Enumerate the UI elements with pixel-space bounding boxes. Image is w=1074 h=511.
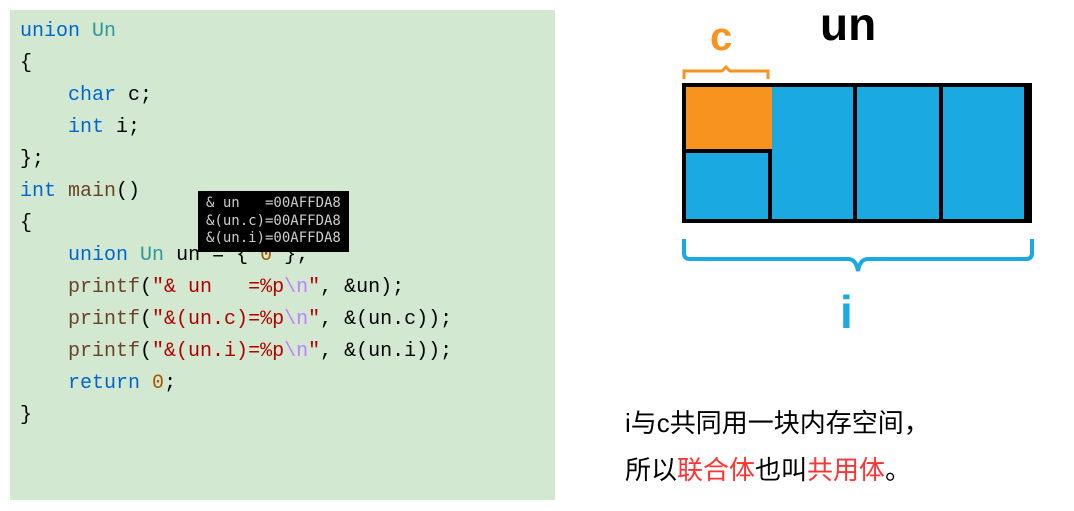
mem-byte-1 bbox=[772, 87, 858, 219]
kw-int: int bbox=[68, 116, 104, 139]
memory-box bbox=[682, 83, 1032, 223]
tooltip-line1: & un =00AFFDA8 bbox=[206, 195, 341, 211]
printf1-args: , &un); bbox=[320, 276, 404, 299]
type-un: Un bbox=[92, 20, 116, 43]
mem-byte-2 bbox=[857, 87, 943, 219]
mem-byte-3 bbox=[943, 87, 1029, 219]
kw-char: char bbox=[68, 84, 116, 107]
kw-union: union bbox=[20, 20, 80, 43]
printf3: printf bbox=[68, 340, 140, 363]
lbrace2: { bbox=[20, 212, 32, 235]
id-main: main bbox=[68, 180, 116, 203]
type-un2: Un bbox=[140, 244, 164, 267]
rbrace2: } bbox=[20, 404, 32, 427]
main-parens: () bbox=[116, 180, 140, 203]
printf1-str: "& un =%p bbox=[152, 276, 284, 299]
printf1: printf bbox=[68, 276, 140, 299]
printf2: printf bbox=[68, 308, 140, 331]
kw-return: return bbox=[68, 372, 140, 395]
kw-int2: int bbox=[20, 180, 56, 203]
return-semi: ; bbox=[164, 372, 176, 395]
tooltip-line3: &(un.i)=00AFFDA8 bbox=[206, 230, 341, 246]
printf2-str: "&(un.c)=%p bbox=[152, 308, 284, 331]
printf3-esc: \n bbox=[284, 340, 308, 363]
kw-union2: union bbox=[68, 244, 128, 267]
printf1-esc: \n bbox=[284, 276, 308, 299]
return-val: 0 bbox=[152, 372, 164, 395]
caption-line1: i与c共同用一块内存空间， bbox=[625, 400, 1070, 447]
printf2-args: , &(un.c)); bbox=[320, 308, 452, 331]
label-c: c bbox=[710, 15, 732, 60]
caption: i与c共同用一块内存空间， 所以联合体也叫共用体。 bbox=[625, 400, 1070, 494]
c-bracket-icon bbox=[682, 65, 770, 79]
printf3-str: "&(un.i)=%p bbox=[152, 340, 284, 363]
lbrace: { bbox=[20, 52, 32, 75]
code-block: union Un { char c; int i; }; int main() … bbox=[10, 10, 555, 500]
printf2-esc: \n bbox=[284, 308, 308, 331]
printf3-args: , &(un.i)); bbox=[320, 340, 452, 363]
field-c: c; bbox=[128, 84, 152, 107]
tooltip-line2: &(un.c)=00AFFDA8 bbox=[206, 213, 341, 229]
i-bracket-icon bbox=[680, 235, 1036, 275]
caption-red1: 联合体 bbox=[677, 455, 755, 485]
label-un: un bbox=[820, 0, 876, 51]
field-i: i; bbox=[116, 116, 140, 139]
c-overlay bbox=[686, 87, 772, 153]
caption-line2: 所以联合体也叫共用体。 bbox=[625, 447, 1070, 494]
label-i: i bbox=[840, 285, 853, 339]
rbrace-semi: }; bbox=[20, 148, 44, 171]
caption-red2: 共用体 bbox=[807, 455, 885, 485]
output-tooltip: & un =00AFFDA8 &(un.c)=00AFFDA8 &(un.i)=… bbox=[198, 191, 349, 252]
